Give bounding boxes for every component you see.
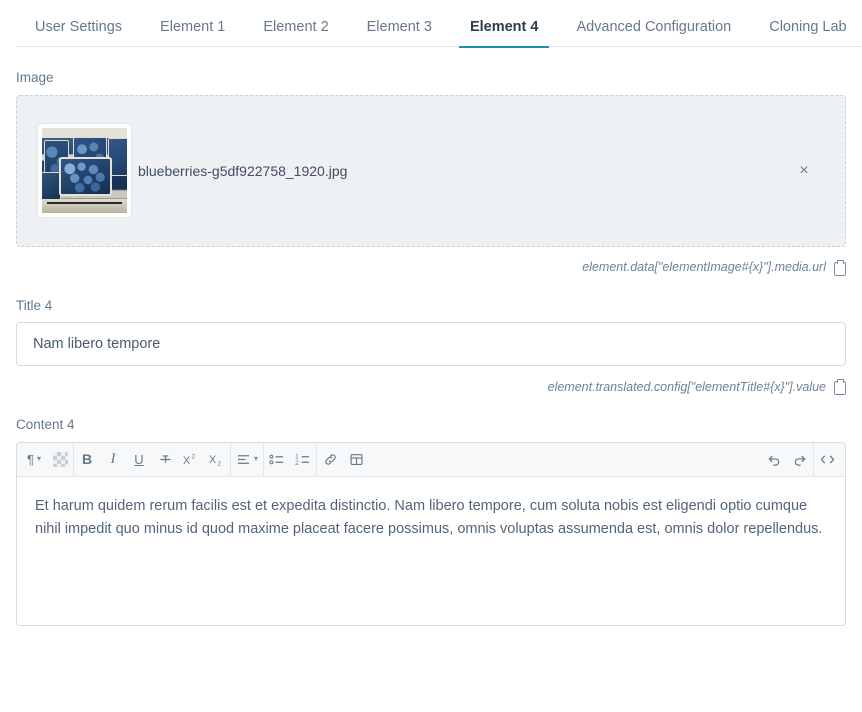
strikethrough-button[interactable]: [152, 443, 178, 476]
editor-toolbar: ¶ ▾ B I U X 2 X 2 ▾ 1 2: [17, 442, 845, 477]
subscript-icon: X 2: [209, 454, 221, 467]
align-icon: [237, 454, 250, 464]
tab-element-4[interactable]: Element 4: [451, 19, 558, 48]
color-swatch-icon: [52, 451, 68, 467]
tab-element-1[interactable]: Element 1: [141, 19, 244, 48]
bullet-list-icon: [269, 454, 284, 464]
title-field-label: Title 4: [16, 297, 53, 313]
code-view-icon: [820, 455, 835, 463]
clipboard-icon[interactable]: [833, 379, 846, 395]
table-button[interactable]: [343, 443, 369, 476]
image-field-label: Image: [16, 70, 54, 85]
svg-text:X: X: [209, 454, 216, 466]
tab-user-settings[interactable]: User Settings: [16, 19, 141, 48]
chevron-down-icon: ▾: [254, 454, 259, 463]
tab-element-2[interactable]: Element 2: [244, 19, 347, 48]
toolbar-group-insert: [316, 442, 369, 476]
element-4-form: Image blueberries-g5df922758_1920.jpg × …: [0, 71, 862, 626]
link-button[interactable]: [317, 443, 343, 476]
rich-text-editor: ¶ ▾ B I U X 2 X 2 ▾ 1 2 Et harum quidem …: [16, 441, 846, 626]
content-paragraph: Et harum quidem rerum facilis est et exp…: [35, 497, 823, 537]
table-icon: [350, 453, 363, 465]
undo-icon: [768, 455, 780, 466]
content-field-label: Content 4: [16, 417, 75, 432]
undo-button[interactable]: [761, 443, 787, 476]
content-editor-body[interactable]: Et harum quidem rerum facilis est et exp…: [17, 477, 845, 625]
remove-image-button[interactable]: ×: [793, 160, 815, 182]
text-color-button[interactable]: [47, 443, 73, 476]
chevron-down-icon: ▾: [36, 454, 41, 463]
source-code-button[interactable]: [814, 443, 841, 476]
image-file-name: blueberries-g5df922758_1920.jpg: [138, 162, 348, 179]
tab-element-3[interactable]: Element 3: [348, 19, 451, 48]
redo-icon: [794, 455, 806, 466]
tab-advanced-configuration[interactable]: Advanced Configuration: [557, 19, 750, 48]
image-dropzone[interactable]: blueberries-g5df922758_1920.jpg ×: [16, 94, 846, 247]
svg-text:2: 2: [217, 460, 221, 466]
media-item: blueberries-g5df922758_1920.jpg ×: [37, 123, 825, 218]
toolbar-group-source: [813, 442, 841, 476]
toolbar-group-align: ▾: [230, 442, 263, 476]
element-tab-bar: User Settings Element 1 Element 2 Elemen…: [0, 0, 862, 48]
toolbar-group-lists: 1 2: [263, 442, 316, 476]
title-input[interactable]: [16, 322, 846, 366]
align-button[interactable]: ▾: [231, 443, 263, 476]
italic-button[interactable]: I: [100, 443, 126, 476]
toolbar-group-inline: B I U X 2 X 2: [73, 442, 230, 476]
subscript-button[interactable]: X 2: [204, 443, 230, 476]
bullet-list-button[interactable]: [264, 443, 290, 476]
image-path-hint-text: element.data["elementImage#{x}"].media.u…: [582, 260, 826, 274]
photo-punnet-front: [59, 156, 112, 196]
toolbar-group-history: [761, 443, 813, 476]
blueberries-photo: [42, 128, 127, 213]
numbered-list-button[interactable]: 1 2: [290, 443, 316, 476]
svg-text:X: X: [183, 454, 190, 466]
toolbar-group-format: ¶ ▾: [21, 443, 73, 476]
image-path-hint: element.data["elementImage#{x}"].media.u…: [16, 259, 846, 276]
tab-cloning-lab[interactable]: Cloning Lab: [750, 19, 862, 48]
superscript-icon: X 2: [183, 453, 195, 466]
svg-text:2: 2: [295, 460, 299, 466]
underline-button[interactable]: U: [126, 443, 152, 476]
photo-shelf: [42, 198, 127, 213]
link-icon: [324, 453, 336, 465]
svg-text:2: 2: [191, 453, 195, 460]
strikethrough-icon: [159, 454, 171, 463]
paragraph-icon: ¶: [27, 451, 34, 467]
numbered-list-icon: 1 2: [295, 453, 310, 466]
paragraph-format-button[interactable]: ¶ ▾: [21, 443, 47, 476]
superscript-button[interactable]: X 2: [178, 443, 204, 476]
title-path-hint: element.translated.config["elementTitle#…: [16, 379, 846, 395]
image-thumbnail[interactable]: [37, 123, 132, 218]
title-path-hint-text: element.translated.config["elementTitle#…: [547, 379, 826, 394]
bold-button[interactable]: B: [74, 443, 100, 476]
clipboard-icon[interactable]: [833, 259, 846, 276]
redo-button[interactable]: [787, 443, 813, 476]
photo-punnet-left: [42, 172, 61, 202]
